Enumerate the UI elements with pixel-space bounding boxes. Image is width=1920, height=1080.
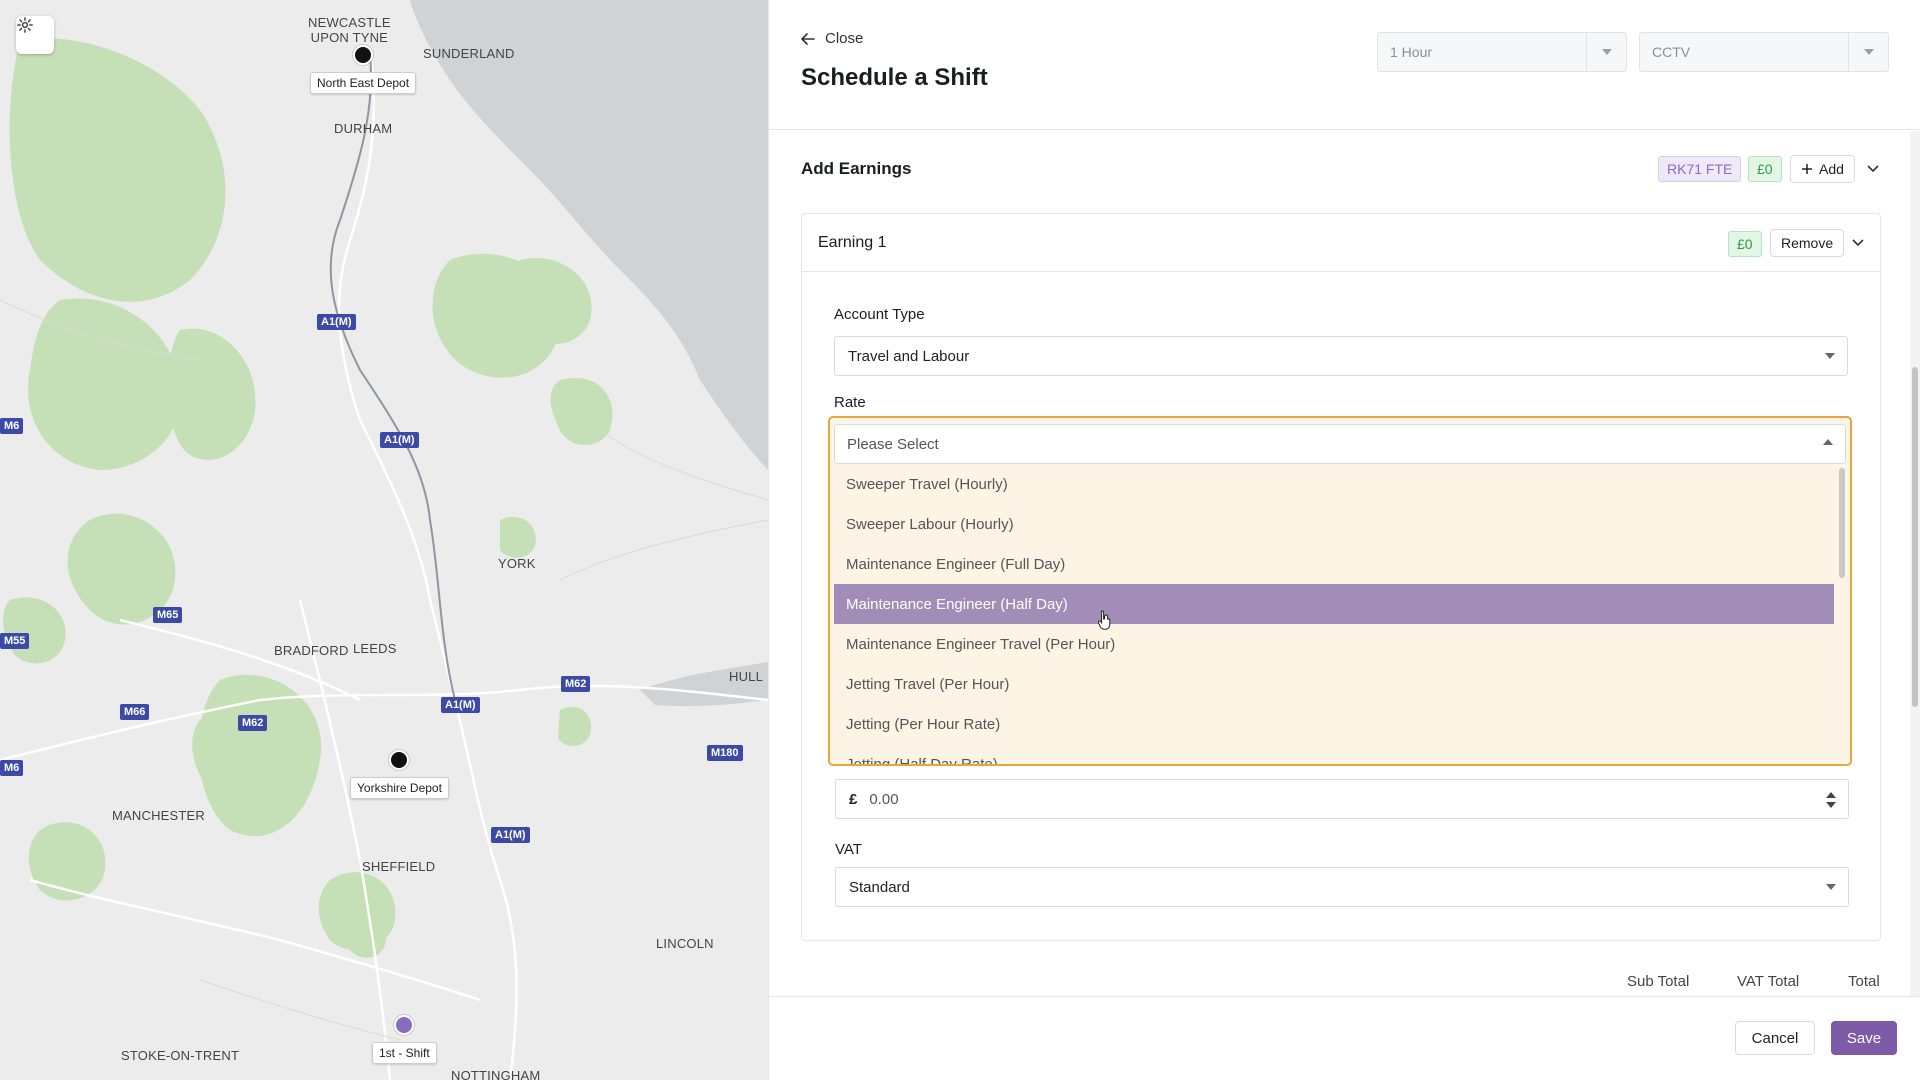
- chevron-down-icon: [1848, 33, 1888, 71]
- earning-card-header: Earning 1 £0 Remove: [802, 214, 1880, 272]
- city-label-sheffield: SHEFFIELD: [362, 859, 436, 874]
- city-label-bradford: BRADFORD: [274, 643, 349, 658]
- stepper-icon[interactable]: [1826, 792, 1836, 808]
- road-shield: M6: [0, 760, 24, 776]
- road-shield: M66: [120, 704, 150, 720]
- city-label-leeds: LEEDS: [353, 641, 397, 656]
- cancel-button[interactable]: Cancel: [1735, 1021, 1815, 1055]
- shift-label: 1st - Shift: [372, 1042, 437, 1064]
- vat-select[interactable]: Standard: [835, 867, 1849, 907]
- duration-select-value: 1 Hour: [1390, 44, 1433, 60]
- rate-option-highlighted[interactable]: Maintenance Engineer (Half Day): [834, 584, 1834, 624]
- road-shield: M62: [238, 715, 268, 731]
- map-view[interactable]: NEWCASTLE UPON TYNE SUNDERLAND DURHAM YO…: [0, 0, 768, 1080]
- add-earning-button[interactable]: Add: [1790, 155, 1855, 183]
- rate-dropdown[interactable]: Please Select Sweeper Travel (Hourly) Sw…: [828, 416, 1852, 766]
- dropdown-scrollbar-thumb[interactable]: [1839, 468, 1845, 578]
- save-button[interactable]: Save: [1831, 1021, 1897, 1055]
- rate-label: Rate: [834, 394, 866, 411]
- account-type-label: Account Type: [834, 306, 925, 323]
- account-type-value: Travel and Labour: [848, 347, 970, 365]
- city-label-lincoln: LINCOLN: [656, 936, 714, 951]
- fte-tag: RK71 FTE: [1658, 156, 1742, 182]
- road-shield: M62: [561, 676, 591, 692]
- city-label-newcastle: NEWCASTLE UPON TYNE: [308, 15, 391, 45]
- add-earning-label: Add: [1819, 161, 1844, 177]
- road-shield: M65: [153, 607, 183, 623]
- city-label-sunderland: SUNDERLAND: [423, 46, 515, 61]
- road-shield: M6: [0, 418, 24, 434]
- arrow-left-icon: [801, 32, 815, 45]
- city-label-nottingham: NOTTINGHAM: [451, 1068, 541, 1080]
- road-shield: M55: [0, 633, 30, 649]
- city-label-stoke: STOKE-ON-TRENT: [121, 1048, 240, 1063]
- panel-header: Close Schedule a Shift 1 Hour CCTV: [769, 0, 1920, 130]
- duration-select[interactable]: 1 Hour: [1377, 32, 1627, 72]
- category-select-value: CCTV: [1652, 44, 1691, 60]
- vat-label: VAT: [835, 841, 862, 858]
- hand-cursor-icon: [1098, 610, 1111, 630]
- earnings-total-badge: £0: [1748, 156, 1782, 182]
- scrollbar-thumb[interactable]: [1912, 367, 1918, 707]
- earning-badge: £0: [1728, 231, 1762, 257]
- rate-option[interactable]: Jetting Travel (Per Hour): [834, 664, 1834, 704]
- road-shield: A1(M): [491, 827, 530, 843]
- sub-total-label: Sub Total: [1627, 973, 1690, 990]
- add-earnings-title: Add Earnings: [801, 159, 912, 178]
- rate-select[interactable]: Please Select: [834, 424, 1846, 464]
- map-settings-button[interactable]: [16, 16, 54, 54]
- dropdown-scrollbar[interactable]: [1838, 468, 1846, 758]
- city-label-durham: DURHAM: [334, 121, 393, 136]
- rate-option[interactable]: Sweeper Labour (Hourly): [834, 504, 1834, 544]
- depot-label-north-east: North East Depot: [310, 72, 417, 94]
- rate-option[interactable]: Jetting (Per Hour Rate): [834, 704, 1834, 744]
- chevron-down-icon: [1586, 33, 1626, 71]
- page-title: Schedule a Shift: [801, 64, 988, 91]
- category-select[interactable]: CCTV: [1639, 32, 1889, 72]
- rate-option[interactable]: Maintenance Engineer (Full Day): [834, 544, 1834, 584]
- depot-label-yorkshire: Yorkshire Depot: [350, 777, 449, 799]
- rate-placeholder: Please Select: [847, 435, 939, 453]
- panel-scrollbar[interactable]: [1910, 131, 1920, 996]
- map-canvas: [0, 0, 768, 1080]
- plus-icon: [1802, 164, 1812, 174]
- shift-marker[interactable]: [394, 1015, 414, 1035]
- road-shield: A1(M): [317, 314, 356, 330]
- chevron-down-icon[interactable]: [1867, 165, 1879, 173]
- depot-marker-yorkshire[interactable]: [389, 750, 409, 770]
- road-shield: A1(M): [441, 697, 480, 713]
- currency-symbol: £: [849, 790, 858, 808]
- chevron-down-icon[interactable]: [1852, 239, 1864, 247]
- road-shield: M180: [707, 745, 743, 761]
- city-label-hull: HULL: [729, 669, 764, 684]
- rate-option[interactable]: Maintenance Engineer Travel (Per Hour): [834, 624, 1834, 664]
- rate-option[interactable]: Jetting (Half Day Rate): [834, 744, 1834, 765]
- unit-amount-field[interactable]: £ 0.00: [835, 779, 1849, 819]
- total-label: Total: [1848, 973, 1880, 990]
- chevron-up-icon: [1823, 439, 1833, 445]
- vat-total-label: VAT Total: [1737, 973, 1800, 990]
- remove-earning-button[interactable]: Remove: [1770, 229, 1845, 257]
- chevron-down-icon: [1826, 884, 1836, 890]
- account-type-select[interactable]: Travel and Labour: [834, 336, 1848, 376]
- rate-option[interactable]: Sweeper Travel (Hourly): [834, 464, 1834, 504]
- close-button[interactable]: Close: [801, 30, 863, 47]
- depot-marker-north-east[interactable]: [353, 45, 373, 65]
- close-label: Close: [825, 30, 864, 47]
- city-label-york: YORK: [498, 556, 536, 571]
- panel-footer: Cancel Save: [769, 996, 1920, 1080]
- city-label-manchester: MANCHESTER: [112, 808, 206, 823]
- road-shield: A1(M): [380, 432, 419, 448]
- chevron-down-icon: [1825, 353, 1835, 359]
- unit-amount-value: 0.00: [869, 790, 899, 808]
- earning-card-title: Earning 1: [818, 234, 887, 251]
- gear-icon: [17, 17, 33, 33]
- vat-value: Standard: [849, 878, 910, 896]
- rate-options-list[interactable]: Sweeper Travel (Hourly) Sweeper Labour (…: [834, 464, 1834, 764]
